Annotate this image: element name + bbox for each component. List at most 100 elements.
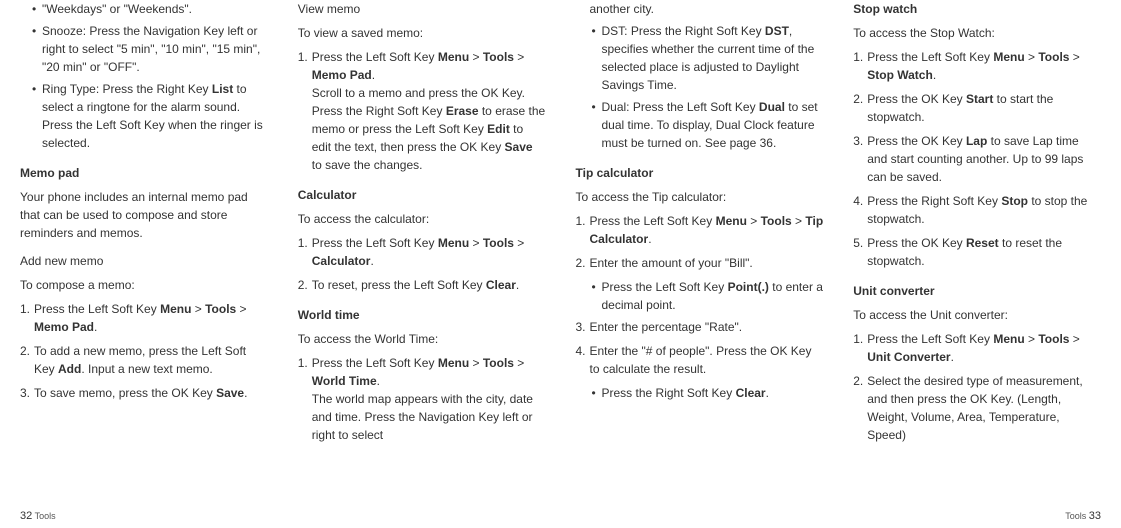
- body-text: Press the Left Soft Key: [867, 332, 993, 346]
- step-item: 1. Press the Left Soft Key Menu > Tools …: [298, 234, 546, 270]
- body-text: >: [1069, 50, 1079, 64]
- list-item: Press the Left Soft Key Point(.) to ente…: [576, 278, 824, 314]
- intro-text: To access the calculator:: [298, 210, 546, 228]
- body-text: >: [514, 50, 524, 64]
- step-number: 1.: [298, 234, 308, 252]
- step-item: 5. Press the OK Key Reset to reset the s…: [853, 234, 1101, 270]
- body-text: .: [516, 278, 519, 292]
- page-columns: "Weekdays" or "Weekends". Snooze: Press …: [20, 0, 1101, 500]
- body-text: >: [1069, 332, 1079, 346]
- key-label: Menu: [438, 50, 469, 64]
- column-2: View memo To view a saved memo: 1. Press…: [298, 0, 546, 500]
- key-label: Save: [505, 140, 533, 154]
- body-text: Ring Type: Press the Right Key: [42, 82, 212, 96]
- body-text: Press the Right Soft Key: [867, 194, 1001, 208]
- key-label: Lap: [966, 134, 987, 148]
- body-text: .: [244, 386, 247, 400]
- body-text: .: [648, 232, 651, 246]
- column-4: Stop watch To access the Stop Watch: 1. …: [853, 0, 1101, 500]
- body-text: .: [951, 350, 954, 364]
- list-item: DST: Press the Right Soft Key DST, speci…: [576, 22, 824, 94]
- body-text: Press the OK Key: [867, 134, 966, 148]
- footer-label-left: Tools: [35, 511, 56, 521]
- key-label: Stop: [1001, 194, 1028, 208]
- step-item: 1. Press the Left Soft Key Menu > Tools …: [576, 212, 824, 248]
- key-label: Add: [58, 362, 81, 376]
- step-item: 2. Press the OK Key Start to start the s…: [853, 90, 1101, 126]
- footer-left: 32 Tools: [20, 508, 56, 525]
- body-text: .: [370, 254, 373, 268]
- step-item: 2. Select the desired type of measuremen…: [853, 372, 1101, 444]
- step-number: 5.: [853, 234, 863, 252]
- body-text: >: [1025, 50, 1039, 64]
- intro-text: To compose a memo:: [20, 276, 268, 294]
- body-text: To save memo, press the OK Key: [34, 386, 216, 400]
- key-label: Tools: [483, 356, 514, 370]
- body-text: Press the OK Key: [867, 92, 966, 106]
- key-label: Tools: [483, 50, 514, 64]
- key-label: Memo Pad: [34, 320, 94, 334]
- list-item: "Weekdays" or "Weekends".: [20, 0, 268, 18]
- step-item: 3. Press the OK Key Lap to save Lap time…: [853, 132, 1101, 186]
- step-number: 2.: [853, 90, 863, 108]
- key-label: Erase: [446, 104, 479, 118]
- step-number: 3.: [20, 384, 30, 402]
- body-text: Press the Left Soft Key: [312, 236, 438, 250]
- key-label: Tools: [205, 302, 236, 316]
- step-item: 3. To save memo, press the OK Key Save.: [20, 384, 268, 402]
- step-number: 3.: [576, 318, 586, 336]
- continuation-text: another city.: [576, 0, 824, 18]
- step-number: 1.: [298, 354, 308, 372]
- body-text: .: [94, 320, 97, 334]
- step-number: 2.: [853, 372, 863, 390]
- list-item: Dual: Press the Left Soft Key Dual to se…: [576, 98, 824, 152]
- list-item: Press the Right Soft Key Clear.: [576, 384, 824, 402]
- key-label: Clear: [736, 386, 766, 400]
- intro-text: Your phone includes an internal memo pad…: [20, 188, 268, 242]
- intro-text: To view a saved memo:: [298, 24, 546, 42]
- intro-text: To access the Tip calculator:: [576, 188, 824, 206]
- key-label: Memo Pad: [312, 68, 372, 82]
- key-label: Menu: [716, 214, 747, 228]
- step-number: 2.: [20, 342, 30, 360]
- body-text: >: [514, 356, 524, 370]
- key-label: Reset: [966, 236, 999, 250]
- key-label: Menu: [993, 332, 1024, 346]
- body-text: >: [469, 356, 483, 370]
- step-number: 1.: [853, 48, 863, 66]
- body-text: Press the Left Soft Key: [312, 50, 438, 64]
- heading-memo-pad: Memo pad: [20, 164, 268, 182]
- heading-tip-calculator: Tip calculator: [576, 164, 824, 182]
- step-number: 1.: [298, 48, 308, 66]
- body-text: Press the Left Soft Key: [590, 214, 716, 228]
- body-text: .: [372, 68, 375, 82]
- step-number: 2.: [576, 254, 586, 272]
- body-text: Dual: Press the Left Soft Key: [602, 100, 759, 114]
- step-item: 3. Enter the percentage "Rate".: [576, 318, 824, 336]
- step-item: 4. Enter the "# of people". Press the OK…: [576, 342, 824, 378]
- column-1: "Weekdays" or "Weekends". Snooze: Press …: [20, 0, 268, 500]
- heading-view-memo: View memo: [298, 0, 546, 18]
- body-text: Enter the amount of your "Bill".: [590, 256, 753, 270]
- step-number: 3.: [853, 132, 863, 150]
- body-text: Press the OK Key: [867, 236, 966, 250]
- body-text: .: [766, 386, 769, 400]
- step-item: 1. Press the Left Soft Key Menu > Tools …: [853, 330, 1101, 366]
- body-text: Press the Left Soft Key: [34, 302, 160, 316]
- key-label: Menu: [438, 356, 469, 370]
- footer-label-right: Tools: [1065, 511, 1086, 521]
- heading-stop-watch: Stop watch: [853, 0, 1101, 18]
- column-3: another city. DST: Press the Right Soft …: [576, 0, 824, 500]
- intro-text: To access the World Time:: [298, 330, 546, 348]
- key-label: Start: [966, 92, 993, 106]
- body-text: to save the changes.: [312, 158, 423, 172]
- body-text: DST: Press the Right Soft Key: [602, 24, 765, 38]
- body-text: Press the Left Soft Key: [312, 356, 438, 370]
- step-item: 1. Press the Left Soft Key Menu > Tools …: [298, 354, 546, 444]
- key-label: Point(.): [728, 280, 769, 294]
- body-text: >: [236, 302, 246, 316]
- key-label: Edit: [487, 122, 510, 136]
- body-text: To reset, press the Left Soft Key: [312, 278, 486, 292]
- heading-calculator: Calculator: [298, 186, 546, 204]
- step-item: 1. Press the Left Soft Key Menu > Tools …: [20, 300, 268, 336]
